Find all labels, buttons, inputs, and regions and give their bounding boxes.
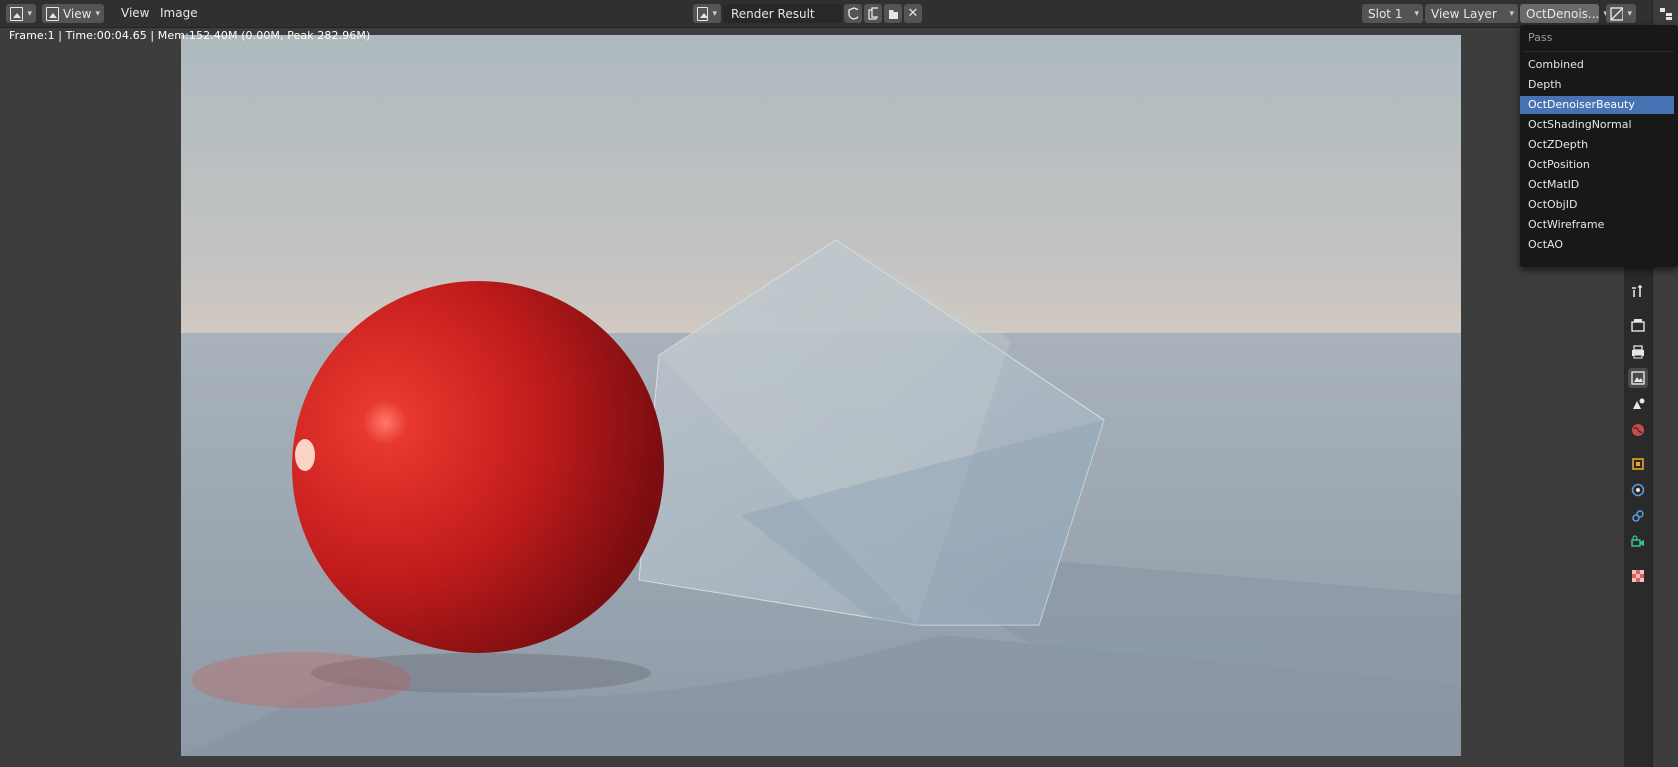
browse-image-button[interactable]: ▾ — [693, 4, 721, 23]
pass-dropdown-menu: Pass Combined Depth OctDenoiserBeauty OctSh… — [1520, 25, 1678, 267]
object-icon — [1632, 458, 1644, 470]
unlink-image-button[interactable]: ✕ — [904, 4, 922, 23]
fake-user-button[interactable] — [844, 4, 862, 23]
dropdown-item[interactable]: OctAO — [1520, 236, 1674, 254]
chevron-down-icon: ▾ — [1509, 8, 1514, 19]
editor-type-button[interactable]: ▾ — [6, 4, 36, 23]
chevron-down-icon: ▾ — [1627, 8, 1632, 19]
dropdown-item[interactable]: OctMatID — [1520, 176, 1674, 194]
image-name-field[interactable]: Render Result — [723, 4, 842, 23]
dropdown-separator — [1524, 51, 1674, 52]
dropdown-item[interactable]: OctPosition — [1520, 156, 1674, 174]
view-icon — [46, 6, 59, 21]
tab-scene[interactable] — [1628, 394, 1648, 414]
tab-texture[interactable] — [1628, 566, 1648, 586]
view-mode-button[interactable]: View ▾ — [42, 4, 104, 23]
chevron-down-icon: ▾ — [27, 8, 32, 19]
camera-data-icon — [1631, 535, 1644, 547]
view-layer-select[interactable]: View Layer ▾ — [1425, 4, 1518, 23]
view-mode-label: View — [62, 6, 92, 21]
slot-value: Slot 1 — [1368, 6, 1403, 21]
render-scene — [181, 35, 1461, 756]
dropdown-item[interactable]: Combined — [1520, 56, 1674, 74]
duplicate-icon — [868, 7, 878, 20]
render-result-image — [181, 35, 1461, 756]
view-layer-value: View Layer — [1431, 6, 1497, 21]
dropdown-item[interactable]: OctZDepth — [1520, 136, 1674, 154]
open-image-button[interactable] — [884, 4, 902, 23]
tab-constraints[interactable] — [1628, 506, 1648, 526]
image-editor-header: ▾ View ▾ View Image ▾ Render Result ✕ Sl… — [0, 0, 1652, 28]
menu-image[interactable]: Image — [160, 6, 198, 20]
shield-icon — [848, 7, 858, 20]
render-stats: Frame:1 | Time:00:04.65 | Mem:152.40M (0… — [9, 29, 371, 42]
dropdown-item[interactable]: Depth — [1520, 76, 1674, 94]
chevron-down-icon: ▾ — [95, 8, 100, 19]
folder-icon — [889, 9, 898, 19]
menu-view[interactable]: View — [121, 6, 149, 20]
tab-tool[interactable] — [1628, 281, 1648, 301]
tab-world[interactable] — [1628, 420, 1648, 440]
dropdown-item[interactable]: OctWireframe — [1520, 216, 1674, 234]
image-name-value: Render Result — [731, 6, 815, 21]
tab-render[interactable] — [1628, 315, 1648, 335]
slot-select[interactable]: Slot 1 ▾ — [1362, 4, 1423, 23]
dropdown-title: Pass — [1528, 31, 1553, 44]
tab-physics[interactable] — [1628, 480, 1648, 500]
tool-icon — [1632, 285, 1642, 297]
scene-icon — [1633, 398, 1645, 409]
render-icon — [1631, 319, 1645, 332]
display-channels-button[interactable]: ▾ — [1606, 4, 1636, 23]
color-alpha-icon — [1610, 6, 1624, 21]
dropdown-item[interactable]: OctDenoiserBeauty — [1520, 96, 1674, 114]
output-icon — [1632, 345, 1644, 359]
image-viewport[interactable] — [0, 28, 1652, 767]
chevron-down-icon: ▾ — [1414, 8, 1419, 19]
dropdown-item[interactable]: OctObjID — [1520, 196, 1674, 214]
dropdown-item[interactable]: OctShadingNormal — [1520, 116, 1674, 134]
chevron-down-icon: ▾ — [712, 8, 717, 19]
image-icon — [697, 6, 709, 21]
pass-select[interactable]: OctDenois... ▾ — [1520, 4, 1608, 23]
tab-output[interactable] — [1628, 342, 1648, 362]
constraints-icon — [1632, 510, 1644, 522]
new-image-button[interactable] — [864, 4, 882, 23]
view-layer-icon — [1631, 371, 1645, 385]
tab-view-layer[interactable] — [1628, 368, 1648, 388]
pass-value: OctDenois... — [1526, 6, 1600, 21]
outliner-icon[interactable] — [1659, 7, 1673, 21]
texture-icon — [1632, 570, 1644, 582]
physics-icon — [1631, 483, 1645, 497]
image-editor-icon — [10, 6, 24, 21]
tab-object-data[interactable] — [1628, 532, 1648, 552]
close-icon: ✕ — [907, 6, 919, 21]
world-icon — [1632, 424, 1644, 436]
tab-object[interactable] — [1628, 454, 1648, 474]
